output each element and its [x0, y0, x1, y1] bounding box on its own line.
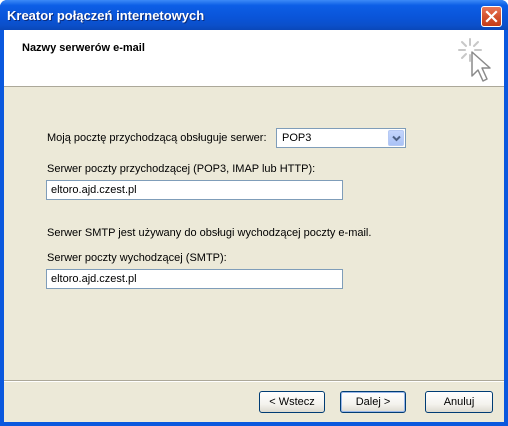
wizard-cursor-icon	[458, 38, 491, 82]
incoming-server-field[interactable]: eltoro.ajd.czest.pl	[46, 180, 343, 200]
incoming-server-label: Serwer poczty przychodzącej (POP3, IMAP …	[47, 163, 316, 175]
close-icon	[485, 10, 498, 23]
outgoing-server-label: Serwer poczty wychodzącej (SMTP):	[47, 252, 227, 264]
title-bar[interactable]: Kreator połączeń internetowych	[0, 0, 508, 30]
wizard-header: Nazwy serwerów e-mail	[4, 30, 504, 87]
chevron-down-icon	[392, 135, 401, 142]
incoming-type-label: Moją pocztę przychodzącą obsługuje serwe…	[47, 132, 267, 144]
incoming-server-value: eltoro.ajd.czest.pl	[51, 184, 137, 196]
incoming-type-value: POP3	[282, 132, 312, 144]
page-title: Nazwy serwerów e-mail	[22, 42, 145, 54]
back-button[interactable]: < Wstecz	[259, 391, 325, 413]
close-button[interactable]	[481, 6, 502, 27]
smtp-note: Serwer SMTP jest używany do obsługi wych…	[47, 227, 372, 239]
cancel-button[interactable]: Anuluj	[425, 391, 493, 413]
outgoing-server-value: eltoro.ajd.czest.pl	[51, 273, 137, 285]
wizard-client-area: Nazwy serwerów e-mail Moją pocztę przych…	[4, 30, 504, 422]
footer-divider	[4, 380, 504, 382]
wizard-window: Kreator połączeń internetowych Nazwy ser…	[0, 0, 508, 426]
next-button[interactable]: Dalej >	[340, 391, 406, 413]
dropdown-button[interactable]	[388, 130, 404, 146]
window-title: Kreator połączeń internetowych	[7, 8, 205, 23]
outgoing-server-field[interactable]: eltoro.ajd.czest.pl	[46, 269, 343, 289]
incoming-type-select[interactable]: POP3	[276, 128, 406, 148]
